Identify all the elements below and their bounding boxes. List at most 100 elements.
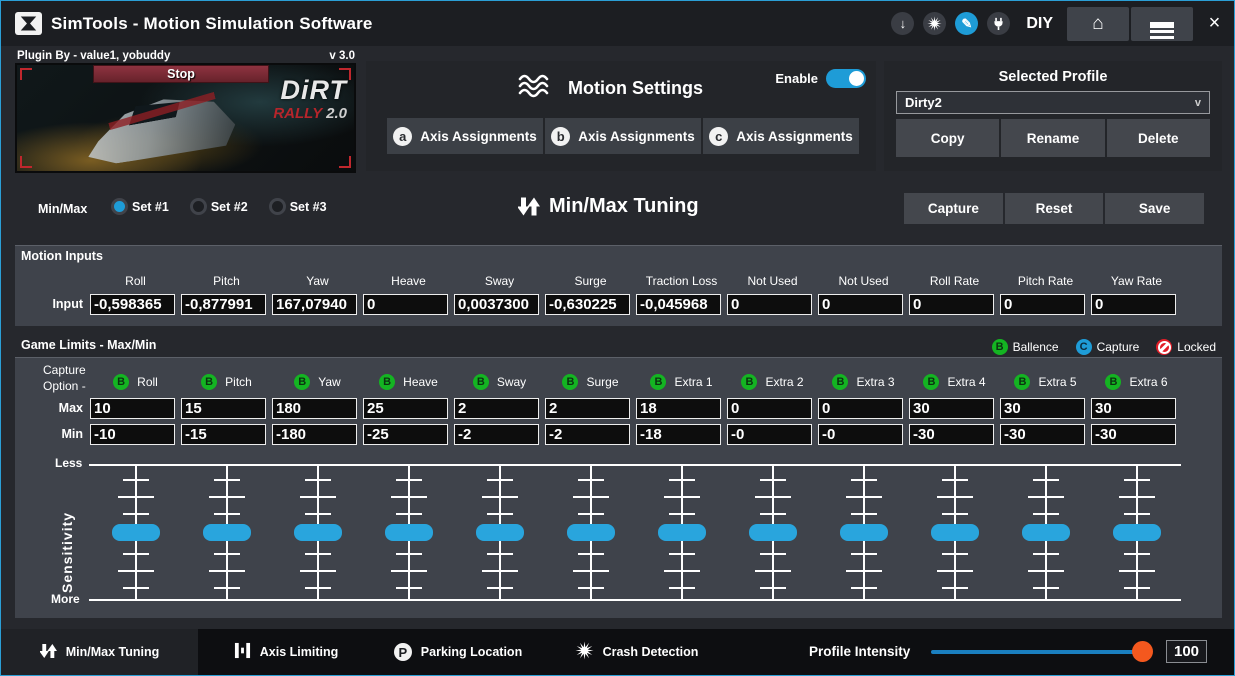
- menu-button[interactable]: [1131, 7, 1193, 41]
- max-limit-field[interactable]: 25: [363, 398, 448, 419]
- slider-handle[interactable]: [749, 524, 797, 541]
- minmax-set-radio-1[interactable]: Set #1: [111, 198, 169, 215]
- ballence-badge-icon[interactable]: B: [473, 374, 489, 390]
- close-button[interactable]: ×: [1195, 7, 1234, 41]
- sensitivity-slider[interactable]: [1091, 464, 1182, 601]
- enable-toggle[interactable]: [826, 69, 866, 88]
- tab-parking-location[interactable]: PParking Location: [373, 629, 543, 675]
- download-icon[interactable]: ↓: [891, 12, 914, 35]
- ballence-badge-icon[interactable]: B: [1105, 374, 1121, 390]
- min-limit-field[interactable]: -25: [363, 424, 448, 445]
- axis-assignments-button-b[interactable]: bAxis Assignments: [545, 118, 701, 154]
- motion-input-field[interactable]: 0: [1091, 294, 1176, 315]
- min-limit-field[interactable]: -30: [909, 424, 994, 445]
- sensitivity-slider[interactable]: [272, 464, 363, 601]
- tab-axis-limiting[interactable]: Axis Limiting: [206, 629, 366, 675]
- ballence-badge-icon[interactable]: B: [294, 374, 310, 390]
- capture-button[interactable]: Capture: [904, 193, 1003, 224]
- ballence-badge-icon[interactable]: B: [650, 374, 666, 390]
- motion-input-field[interactable]: -0,877991: [181, 294, 266, 315]
- ballence-badge-icon[interactable]: B: [113, 374, 129, 390]
- min-limit-field[interactable]: -18: [636, 424, 721, 445]
- min-limit-field[interactable]: -2: [545, 424, 630, 445]
- min-limit-field[interactable]: -2: [454, 424, 539, 445]
- sensitivity-slider[interactable]: [363, 464, 454, 601]
- motion-input-field[interactable]: 0,0037300: [454, 294, 539, 315]
- max-limit-field[interactable]: 0: [818, 398, 903, 419]
- tab-crash-detection[interactable]: Crash Detection: [554, 629, 719, 675]
- max-limit-field[interactable]: 180: [272, 398, 357, 419]
- motion-input-field[interactable]: 0: [727, 294, 812, 315]
- ballence-badge-icon[interactable]: B: [379, 374, 395, 390]
- motion-input-field[interactable]: -0,045968: [636, 294, 721, 315]
- max-limit-field[interactable]: 18: [636, 398, 721, 419]
- motion-input-field[interactable]: 0: [909, 294, 994, 315]
- slider-handle[interactable]: [203, 524, 251, 541]
- slider-handle[interactable]: [476, 524, 524, 541]
- profile-select[interactable]: Dirty2 v: [896, 91, 1210, 114]
- slider-handle[interactable]: [112, 524, 160, 541]
- max-limit-field[interactable]: 0: [727, 398, 812, 419]
- minmax-set-radio-2[interactable]: Set #2: [190, 198, 248, 215]
- sensitivity-slider[interactable]: [454, 464, 545, 601]
- ballence-badge-icon[interactable]: B: [562, 374, 578, 390]
- min-limit-field[interactable]: -0: [818, 424, 903, 445]
- max-limit-field[interactable]: 30: [909, 398, 994, 419]
- profile-intensity-handle[interactable]: [1132, 641, 1153, 662]
- edit-pencil-icon[interactable]: ✎: [955, 12, 978, 35]
- motion-input-field[interactable]: -0,598365: [90, 294, 175, 315]
- ballence-badge-icon[interactable]: B: [1014, 374, 1030, 390]
- max-limit-field[interactable]: 15: [181, 398, 266, 419]
- slider-handle[interactable]: [1113, 524, 1161, 541]
- motion-input-field[interactable]: 0: [818, 294, 903, 315]
- min-limit-field[interactable]: -30: [1000, 424, 1085, 445]
- slider-handle[interactable]: [567, 524, 615, 541]
- max-limit-field[interactable]: 2: [545, 398, 630, 419]
- sensitivity-slider[interactable]: [90, 464, 181, 601]
- min-limit-field[interactable]: -180: [272, 424, 357, 445]
- sensitivity-slider[interactable]: [545, 464, 636, 601]
- min-limit-field[interactable]: -30: [1091, 424, 1176, 445]
- save-button[interactable]: Save: [1105, 193, 1204, 224]
- motion-input-field[interactable]: 0: [363, 294, 448, 315]
- motion-input-field[interactable]: 0: [1000, 294, 1085, 315]
- tab-min-max-tuning[interactable]: Min/Max Tuning: [1, 629, 198, 675]
- sensitivity-slider[interactable]: [818, 464, 909, 601]
- slider-handle[interactable]: [931, 524, 979, 541]
- slider-handle[interactable]: [1022, 524, 1070, 541]
- min-limit-field[interactable]: -0: [727, 424, 812, 445]
- max-limit-field[interactable]: 2: [454, 398, 539, 419]
- slider-handle[interactable]: [658, 524, 706, 541]
- sensitivity-slider[interactable]: [727, 464, 818, 601]
- min-limit-field[interactable]: -10: [90, 424, 175, 445]
- profile-intensity-slider[interactable]: [931, 650, 1143, 654]
- rename-button[interactable]: Rename: [1001, 119, 1104, 157]
- ballence-badge-icon[interactable]: B: [741, 374, 757, 390]
- power-plug-icon[interactable]: [987, 12, 1010, 35]
- reset-button[interactable]: Reset: [1005, 193, 1104, 224]
- sensitivity-slider[interactable]: [181, 464, 272, 601]
- max-limit-field[interactable]: 30: [1091, 398, 1176, 419]
- slider-handle[interactable]: [840, 524, 888, 541]
- home-button[interactable]: ⌂: [1067, 7, 1129, 41]
- ballence-badge-icon[interactable]: B: [201, 374, 217, 390]
- delete-button[interactable]: Delete: [1107, 119, 1210, 157]
- max-limit-field[interactable]: 10: [90, 398, 175, 419]
- copy-button[interactable]: Copy: [896, 119, 999, 157]
- sensitivity-slider[interactable]: [1000, 464, 1091, 601]
- axis-assignments-button-c[interactable]: cAxis Assignments: [703, 118, 859, 154]
- motion-input-field[interactable]: 167,07940: [272, 294, 357, 315]
- ballence-badge-icon[interactable]: B: [832, 374, 848, 390]
- minmax-set-radio-3[interactable]: Set #3: [269, 198, 327, 215]
- sensitivity-slider[interactable]: [636, 464, 727, 601]
- max-limit-field[interactable]: 30: [1000, 398, 1085, 419]
- slider-handle[interactable]: [294, 524, 342, 541]
- ballence-badge-icon[interactable]: B: [923, 374, 939, 390]
- motion-input-field[interactable]: -0,630225: [545, 294, 630, 315]
- sensitivity-slider[interactable]: [909, 464, 1000, 601]
- min-limit-field[interactable]: -15: [181, 424, 266, 445]
- stop-button[interactable]: Stop: [93, 65, 269, 83]
- axis-assignments-button-a[interactable]: aAxis Assignments: [387, 118, 543, 154]
- crash-icon[interactable]: [923, 12, 946, 35]
- slider-handle[interactable]: [385, 524, 433, 541]
